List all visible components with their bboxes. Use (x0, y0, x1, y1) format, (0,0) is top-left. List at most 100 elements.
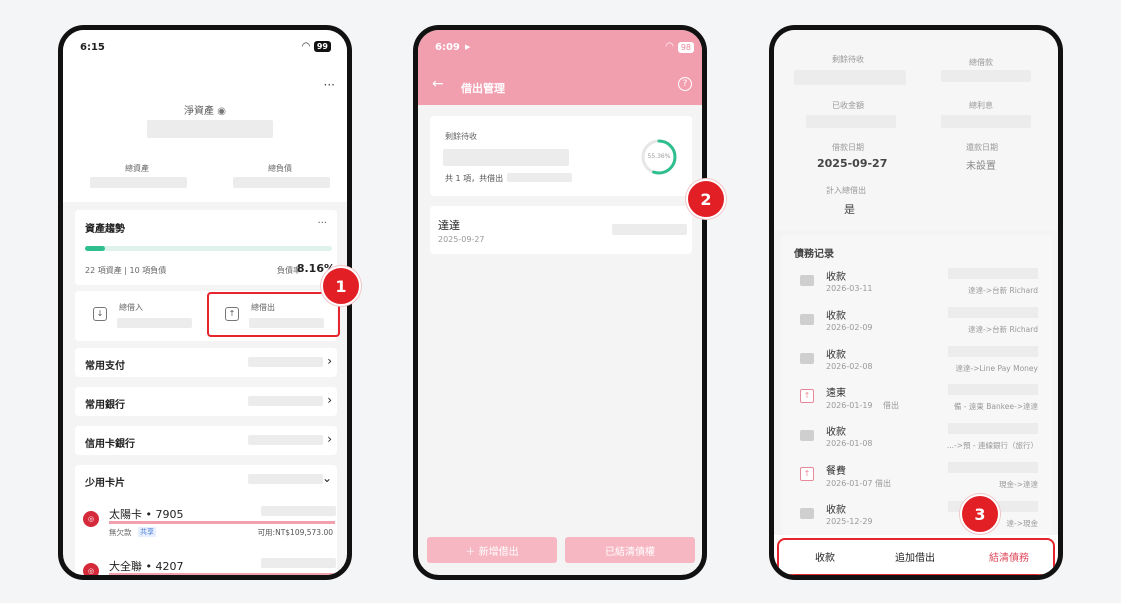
remaining-value (443, 149, 569, 166)
item-amount (612, 224, 687, 235)
total-lend-label: 總借款 (969, 58, 993, 67)
record-row[interactable]: ↑ 遠東 2026-01-19 借出 備 - 遠東 Bankee->達達 (786, 381, 1046, 419)
record-row[interactable]: ↑ 餐費 2026-01-07 借出 現金->達達 (786, 459, 1046, 497)
bank-logo-icon: ◎ (83, 563, 99, 575)
row-credit-bank[interactable]: 信用卡銀行 › (75, 426, 337, 455)
chevron-right-icon: › (327, 354, 332, 368)
phone-screen-lend-management: 6:09 ▶ ◠ 98 ← 借出管理 ? 剩餘待收 共 1 項，共借出 55.3… (413, 25, 707, 580)
item-name: 達達 (438, 219, 460, 232)
page-title: 借出管理 (461, 82, 505, 95)
remaining-label: 剩餘待收 (832, 55, 864, 64)
add-lend-button[interactable]: ＋ 新增借出 (427, 537, 557, 563)
record-route: 現金->達達 (999, 480, 1038, 489)
card-icon (800, 313, 814, 325)
card-usage-bar (109, 521, 335, 524)
repay-date-value: 未設置 (966, 161, 996, 172)
lend-summary: 共 1 項，共借出 (445, 174, 504, 183)
record-title: 餐費 (826, 466, 846, 477)
record-title: 收款 (826, 427, 846, 439)
repay-date-label: 還款日期 (966, 143, 998, 152)
row-common-payment[interactable]: 常用支付 › (75, 348, 337, 377)
total-assets-label: 總資產 (125, 164, 149, 173)
record-amount (948, 423, 1038, 435)
record-date: 2026-01-19 借出 (826, 401, 900, 411)
record-title: 遠東 (826, 388, 846, 400)
record-route: 達達->Line Pay Money (955, 363, 1038, 373)
item-date: 2025-09-27 (438, 235, 485, 244)
record-row[interactable]: 收款 2026-02-09 達達->台新 Richard (786, 304, 1046, 342)
record-amount (948, 345, 1038, 357)
header-bar: 6:09 ▶ ◠ 98 ← 借出管理 ? (418, 30, 702, 105)
total-liabilities-label: 總負債 (268, 164, 292, 173)
wifi-icon: ◠ (302, 41, 310, 52)
more-icon[interactable]: ··· (324, 78, 335, 92)
step-badge-2: 2 (686, 179, 726, 219)
record-title: 收款 (826, 272, 846, 283)
step-badge-1: 1 (321, 266, 361, 306)
record-row[interactable]: 收款 2025-12-29 達->現金 (786, 498, 1046, 536)
record-amount (948, 462, 1038, 473)
download-icon: ↓ (93, 307, 107, 321)
row-label: 少用卡片 (85, 478, 125, 489)
card-icon (800, 352, 814, 364)
card-icon (800, 275, 814, 286)
trend-more-icon[interactable]: ··· (317, 218, 327, 229)
card-usage-bar (109, 573, 335, 575)
remaining-label: 剩餘待收 (445, 132, 477, 141)
help-icon[interactable]: ? (678, 77, 692, 91)
asset-counts: 22 項資產 | 10 項負債 (85, 266, 167, 275)
card-name[interactable]: 大全聯 • 4207 (109, 558, 183, 574)
card-available: 可用:NT$109,573.00 (257, 528, 333, 537)
chevron-right-icon: › (327, 393, 332, 407)
rare-cards-section: 少用卡片 ⌄ ◎ 太陽卡 • 7905 無欠款 共享 可用:NT$109,573… (75, 465, 337, 575)
bank-logo-icon: ◎ (83, 511, 99, 527)
record-date: 2026-01-08 (826, 439, 873, 449)
bottom-bar-highlight (777, 538, 1055, 575)
record-title: 收款 (826, 310, 846, 322)
record-row[interactable]: 收款 2026-03-11 達達->台新 Richard (786, 265, 1046, 303)
include-value: 是 (844, 203, 855, 216)
card-sub: 無欠款 (109, 528, 132, 537)
record-row[interactable]: 收款 2026-02-08 達達->Line Pay Money (786, 343, 1046, 381)
row-common-bank[interactable]: 常用銀行 › (75, 387, 337, 416)
total-assets-value (90, 177, 187, 188)
card-icon (800, 507, 814, 519)
row-label: 信用卡銀行 (85, 439, 135, 450)
lend-out-highlight[interactable] (207, 292, 340, 337)
borrow-in-label: 總借入 (119, 303, 143, 312)
record-route: 達達->台新 Richard (968, 324, 1038, 334)
phone-screen-assets: 6:15 ◠ 99 ··· 淨資產 ◉ 總資產 總負債 資產趨勢 ··· 22 … (58, 25, 352, 580)
asset-trend-card[interactable]: 資產趨勢 ··· 22 項資產 | 10 項負債 負債率 8.16% (75, 210, 337, 285)
total-liabilities-value (233, 177, 330, 188)
net-assets-value (147, 120, 273, 138)
detail-summary: 剩餘待收 總借款 已收金額 總利息 借款日期 2025-09-27 還款日期 未… (774, 30, 1058, 230)
step-badge-3: 3 (960, 494, 1000, 534)
total-interest-label: 總利息 (969, 101, 993, 110)
chevron-down-icon[interactable]: ⌄ (322, 471, 332, 485)
net-assets-label: 淨資產 (184, 106, 215, 117)
record-route: 備 - 遠東 Bankee->達達 (953, 402, 1038, 412)
borrow-in-value (117, 318, 192, 328)
lend-out-icon: ↑ (800, 467, 814, 481)
debt-ratio-fill (85, 246, 105, 251)
battery-icon: 99 (313, 41, 331, 52)
row-label: 常用銀行 (85, 400, 125, 411)
record-row[interactable]: 收款 2026-01-08 ...->預 - 連線銀行（旅行） (786, 420, 1046, 458)
record-title: 收款 (826, 349, 846, 361)
lend-item-row[interactable]: 達達 2025-09-27 (430, 206, 692, 254)
status-time: 6:15 (80, 42, 105, 53)
phone-screen-lend-detail: 剩餘待收 總借款 已收金額 總利息 借款日期 2025-09-27 還款日期 未… (769, 25, 1063, 580)
record-title: 收款 (826, 504, 846, 516)
include-label: 計入總借出 (826, 186, 866, 195)
chevron-right-icon: › (327, 432, 332, 446)
settled-credits-button[interactable]: 已結清債權 (565, 537, 695, 563)
remaining-card: 剩餘待收 共 1 項，共借出 55.36% (430, 116, 692, 196)
status-time: 6:09 (435, 42, 460, 53)
card-name[interactable]: 太陽卡 • 7905 (109, 506, 183, 522)
record-date: 2026-02-08 (826, 361, 873, 371)
record-date: 2025-12-29 (826, 516, 873, 526)
received-label: 已收金額 (832, 101, 864, 110)
back-arrow-icon[interactable]: ← (432, 76, 444, 92)
eye-icon[interactable]: ◉ (217, 106, 226, 117)
record-route: 達->現金 (1006, 518, 1039, 528)
